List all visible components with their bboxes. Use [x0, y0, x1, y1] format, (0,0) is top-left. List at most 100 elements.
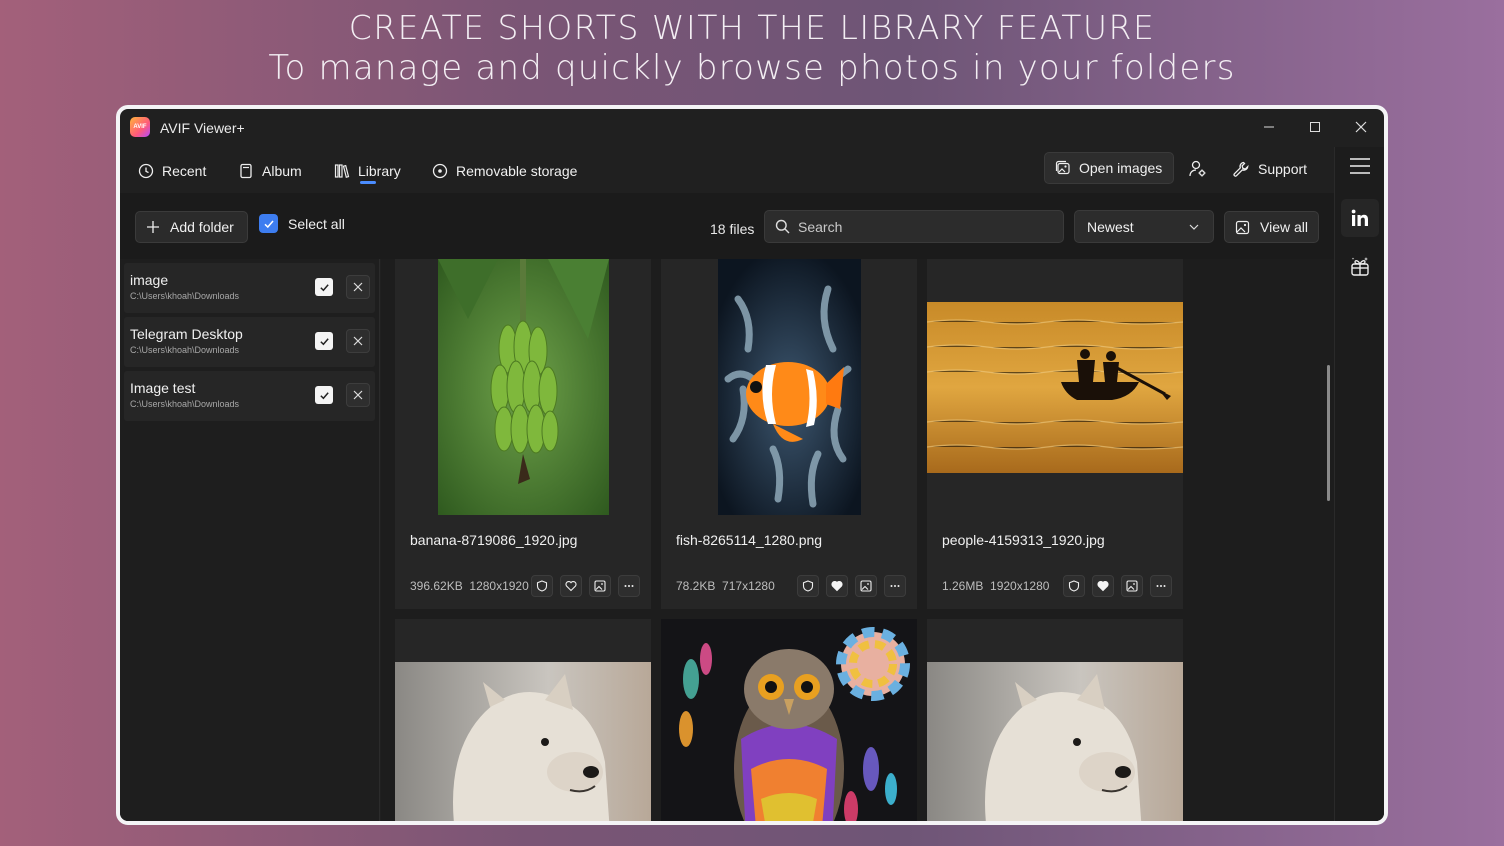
wrench-icon [1233, 161, 1249, 177]
gift-button[interactable] [1341, 247, 1379, 285]
protect-button[interactable] [797, 575, 819, 597]
select-all-checkbox[interactable]: Select all [259, 214, 345, 233]
image-card[interactable]: banana-8719086_1920.jpg 396.62KB 1280x19… [395, 259, 651, 609]
image-thumbnail[interactable] [927, 619, 1183, 821]
image-meta: 396.62KB 1280x1920 [410, 579, 529, 593]
minimize-icon [1264, 126, 1274, 128]
image-card[interactable] [661, 619, 917, 821]
folder-checkbox[interactable] [315, 278, 333, 296]
image-icon [1235, 220, 1250, 234]
check-icon [319, 283, 329, 291]
set-wallpaper-button[interactable] [855, 575, 877, 597]
favorite-button[interactable] [560, 575, 582, 597]
file-size: 78.2KB [676, 579, 716, 593]
sort-value: Newest [1087, 218, 1134, 235]
image-thumbnail[interactable] [395, 619, 651, 821]
protect-button[interactable] [531, 575, 553, 597]
hamburger-menu-button[interactable] [1349, 157, 1371, 175]
album-icon [240, 163, 252, 179]
more-icon [1156, 585, 1166, 587]
image-meta: 1.26MB 1920x1280 [942, 579, 1049, 593]
file-size: 396.62KB [410, 579, 463, 593]
heart-filled-icon [1097, 581, 1109, 592]
shield-icon [536, 580, 548, 592]
image-thumbnail[interactable] [395, 259, 651, 515]
shield-icon [1068, 580, 1080, 592]
remove-folder-button[interactable] [346, 383, 370, 407]
file-count: 18 files [710, 221, 755, 237]
nav-album[interactable]: Album [238, 157, 302, 185]
image-thumbnail[interactable] [661, 259, 917, 515]
image-card[interactable]: fish-8265114_1280.png 78.2KB 717x1280 [661, 259, 917, 609]
library-icon [334, 164, 350, 178]
favorite-button[interactable] [826, 575, 848, 597]
nav-album-label: Album [262, 163, 302, 179]
image-dimensions: 717x1280 [722, 579, 775, 593]
title-bar: AVIF AVIF Viewer+ [120, 109, 1384, 147]
image-file-name: people-4159313_1920.jpg [942, 532, 1105, 548]
open-images-button[interactable]: Open images [1044, 152, 1174, 184]
more-options-button[interactable] [884, 575, 906, 597]
account-settings-button[interactable] [1188, 159, 1208, 179]
close-icon [353, 282, 363, 292]
promo-header: CREATE SHORTS WITH THE LIBRARY FEATURE T… [0, 8, 1504, 88]
set-wallpaper-button[interactable] [1121, 575, 1143, 597]
folder-item[interactable]: image C:\Users\khoah\Downloads [124, 263, 375, 313]
support-button[interactable]: Support [1232, 157, 1307, 181]
check-icon [319, 391, 329, 399]
more-icon [624, 585, 634, 587]
heart-outline-icon [565, 581, 577, 592]
remove-folder-button[interactable] [346, 329, 370, 353]
select-all-label: Select all [288, 215, 345, 232]
linkedin-button[interactable] [1341, 199, 1379, 237]
minimize-button[interactable] [1246, 115, 1292, 141]
image-card[interactable]: people-4159313_1920.jpg 1.26MB 1920x1280 [927, 259, 1183, 609]
view-all-button[interactable]: View all [1224, 211, 1319, 243]
image-thumbnail[interactable] [927, 259, 1183, 515]
grid-scrollbar[interactable] [1327, 365, 1330, 501]
app-title: AVIF Viewer+ [160, 120, 245, 136]
image-file-name: fish-8265114_1280.png [676, 532, 823, 548]
folder-item[interactable]: Telegram Desktop C:\Users\khoah\Download… [124, 317, 375, 367]
image-grid: banana-8719086_1920.jpg 396.62KB 1280x19… [381, 259, 1334, 821]
nav-recent[interactable]: Recent [138, 157, 206, 185]
nav-removable-storage[interactable]: Removable storage [432, 157, 577, 185]
add-folder-button[interactable]: Add folder [135, 211, 248, 243]
clownfish-photo [717, 259, 861, 515]
image-card[interactable] [927, 619, 1183, 821]
more-options-button[interactable] [618, 575, 640, 597]
more-options-button[interactable] [1150, 575, 1172, 597]
image-card[interactable] [395, 619, 651, 821]
maximize-button[interactable] [1292, 115, 1338, 141]
image-meta: 78.2KB 717x1280 [676, 579, 775, 593]
banana-photo [437, 259, 609, 515]
checkbox-checked [259, 214, 278, 233]
chevron-down-icon [1189, 224, 1199, 230]
dog-photo [927, 662, 1183, 821]
folder-path: C:\Users\khoah\Downloads [130, 399, 240, 409]
image-icon [594, 580, 606, 592]
folder-checkbox[interactable] [315, 332, 333, 350]
image-thumbnail[interactable] [661, 619, 917, 821]
folder-path: C:\Users\khoah\Downloads [130, 291, 240, 301]
user-gear-icon [1189, 160, 1206, 177]
favorite-button[interactable] [1092, 575, 1114, 597]
folder-checkbox[interactable] [315, 386, 333, 404]
nav-recent-label: Recent [162, 163, 207, 179]
protect-button[interactable] [1063, 575, 1085, 597]
image-dimensions: 1280x1920 [469, 579, 529, 593]
maximize-icon [1310, 122, 1320, 132]
right-side-bar [1334, 147, 1384, 821]
folder-item[interactable]: Image test C:\Users\khoah\Downloads [124, 371, 375, 421]
set-wallpaper-button[interactable] [589, 575, 611, 597]
check-icon [319, 337, 329, 345]
folder-name: Telegram Desktop [130, 326, 243, 342]
remove-folder-button[interactable] [346, 275, 370, 299]
search-input[interactable] [798, 218, 1038, 235]
folder-name: Image test [130, 380, 196, 396]
search-box[interactable] [764, 210, 1064, 243]
boat-sunset-photo [927, 301, 1183, 473]
sort-dropdown[interactable]: Newest [1074, 210, 1214, 243]
close-window-button[interactable] [1338, 115, 1384, 141]
nav-bar: Recent Album Library Removable storage O… [120, 147, 1334, 193]
